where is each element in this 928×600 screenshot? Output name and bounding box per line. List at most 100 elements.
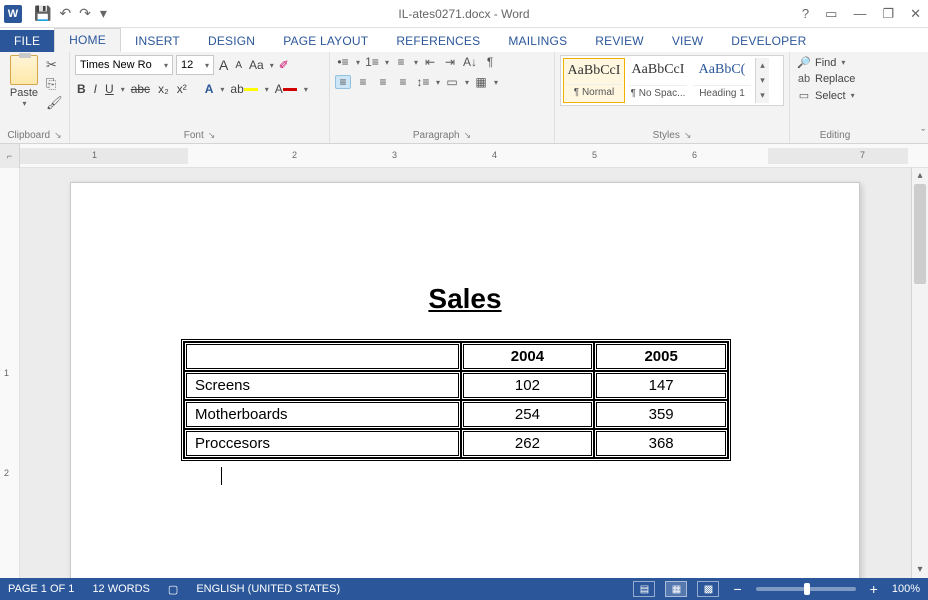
paste-dropdown-icon[interactable]: ▾ [6,99,43,108]
table-header-cell[interactable]: 2004 [461,342,595,371]
tab-mailings[interactable]: MAILINGS [494,30,581,52]
styles-down-icon[interactable]: ▾ [756,73,769,88]
grow-font-icon[interactable]: A [217,56,230,74]
clipboard-launcher-icon[interactable]: ↘ [54,130,62,141]
help-icon[interactable]: ? [799,6,812,22]
zoom-slider[interactable] [756,587,856,591]
document-page[interactable]: Sales 2004 2005 Screens 102 147 Motherbo… [70,182,860,578]
doc-heading[interactable]: Sales [181,283,749,315]
font-launcher-icon[interactable]: ↘ [208,130,216,141]
styles-gallery[interactable]: AaBbCcI ¶ Normal AaBbCcI ¶ No Spac... Aa… [560,55,784,106]
table-row[interactable]: Proccesors 262 368 [184,429,728,458]
style-heading1[interactable]: AaBbC( Heading 1 [691,58,753,103]
ruler-right-margin[interactable] [768,148,908,164]
table-header-cell[interactable]: 2005 [594,342,728,371]
scroll-down-icon[interactable]: ▾ [912,562,928,578]
tab-developer[interactable]: DEVELOPER [717,30,820,52]
copy-icon[interactable]: ⎘ [46,76,63,92]
align-right-icon[interactable]: ≡ [375,75,391,89]
superscript-button[interactable]: x² [175,81,189,97]
numbering-icon[interactable]: 1≡ [364,55,380,69]
collapse-ribbon-icon[interactable]: ˇ [921,128,925,140]
qat-customize-icon[interactable]: ▾ [100,5,107,22]
table-row[interactable]: 2004 2005 [184,342,728,371]
view-web-layout-icon[interactable]: ▩ [697,581,719,597]
zoom-slider-knob[interactable] [804,583,810,595]
redo-icon[interactable]: ↷ [79,5,91,22]
increase-indent-icon[interactable]: ⇥ [442,55,458,69]
sort-icon[interactable]: A↓ [462,55,478,69]
shading-icon[interactable]: ▭ [444,75,460,89]
show-marks-icon[interactable]: ¶ [482,55,498,69]
align-center-icon[interactable]: ≡ [355,75,371,89]
vertical-ruler[interactable]: 1 2 [0,168,20,578]
bullets-icon[interactable]: •≡ [335,55,351,69]
format-painter-icon[interactable]: 🖌 [46,95,63,111]
table-cell[interactable]: 262 [461,429,595,458]
tab-references[interactable]: REFERENCES [382,30,494,52]
undo-icon[interactable]: ↶ [59,5,71,22]
minimize-icon[interactable]: — [850,6,869,22]
ribbon-display-options-icon[interactable]: ▭ [822,6,840,22]
multilevel-list-icon[interactable]: ≡ [393,55,409,69]
decrease-indent-icon[interactable]: ⇤ [422,55,438,69]
view-read-mode-icon[interactable]: ▤ [633,581,655,597]
table-cell[interactable]: Motherboards [184,400,461,429]
scroll-thumb[interactable] [914,184,926,284]
table-cell[interactable]: 102 [461,371,595,400]
save-icon[interactable]: 💾 [34,5,51,22]
status-proofing-icon[interactable]: ▢ [168,583,178,596]
italic-button[interactable]: I [92,81,99,97]
underline-button[interactable]: U [103,81,116,97]
table-cell[interactable]: 147 [594,371,728,400]
find-button[interactable]: 🔎Find▾ [795,55,875,70]
paragraph-launcher-icon[interactable]: ↘ [464,130,472,141]
font-size-combo[interactable]: 12▾ [176,55,214,75]
font-name-combo[interactable]: Times New Ro▾ [75,55,173,75]
style-no-spacing[interactable]: AaBbCcI ¶ No Spac... [627,58,689,103]
cut-icon[interactable]: ✂ [46,57,63,73]
text-effects-icon[interactable]: A [203,81,216,97]
change-case-icon[interactable]: Aa [247,57,266,73]
zoom-out-button[interactable]: − [729,581,745,597]
subscript-button[interactable]: x₂ [156,81,171,97]
ruler-corner[interactable]: ⌐ [0,144,20,168]
scroll-up-icon[interactable]: ▴ [912,168,928,184]
zoom-in-button[interactable]: + [866,581,882,597]
table-header-cell[interactable] [184,342,461,371]
sales-table[interactable]: 2004 2005 Screens 102 147 Motherboards 2… [181,339,731,461]
status-words[interactable]: 12 WORDS [92,583,149,596]
tab-review[interactable]: REVIEW [581,30,658,52]
status-language[interactable]: ENGLISH (UNITED STATES) [196,583,340,596]
ruler-left-margin[interactable] [20,148,188,164]
borders-icon[interactable]: ▦ [473,75,489,89]
table-row[interactable]: Screens 102 147 [184,371,728,400]
tab-insert[interactable]: INSERT [121,30,194,52]
strikethrough-button[interactable]: abc [129,81,152,97]
table-row[interactable]: Motherboards 254 359 [184,400,728,429]
tab-file[interactable]: FILE [0,30,54,52]
table-cell[interactable]: 368 [594,429,728,458]
tab-view[interactable]: VIEW [658,30,717,52]
table-cell[interactable]: Screens [184,371,461,400]
replace-button[interactable]: abReplace [795,72,875,86]
close-icon[interactable]: ✕ [907,6,924,22]
shrink-font-icon[interactable]: A [233,59,244,72]
restore-icon[interactable]: ❐ [879,6,897,22]
vertical-scrollbar[interactable]: ▴ ▾ [911,168,928,578]
horizontal-ruler[interactable]: ⌐ 1 2 3 4 5 6 7 [0,144,928,168]
align-left-icon[interactable]: ≡ [335,75,351,89]
clear-formatting-icon[interactable]: ✐ [277,57,291,73]
status-page[interactable]: PAGE 1 OF 1 [8,583,74,596]
font-color-icon[interactable]: A [273,81,299,97]
select-button[interactable]: ▭Select▾ [795,88,875,103]
styles-more-icon[interactable]: ▾ [756,88,769,103]
styles-launcher-icon[interactable]: ↘ [684,130,692,141]
highlight-icon[interactable]: ab [228,81,259,97]
align-justify-icon[interactable]: ≡ [395,75,411,89]
view-print-layout-icon[interactable]: ▦ [665,581,687,597]
tab-page-layout[interactable]: PAGE LAYOUT [269,30,382,52]
tab-design[interactable]: DESIGN [194,30,269,52]
table-cell[interactable]: 254 [461,400,595,429]
tab-home[interactable]: HOME [54,28,121,52]
